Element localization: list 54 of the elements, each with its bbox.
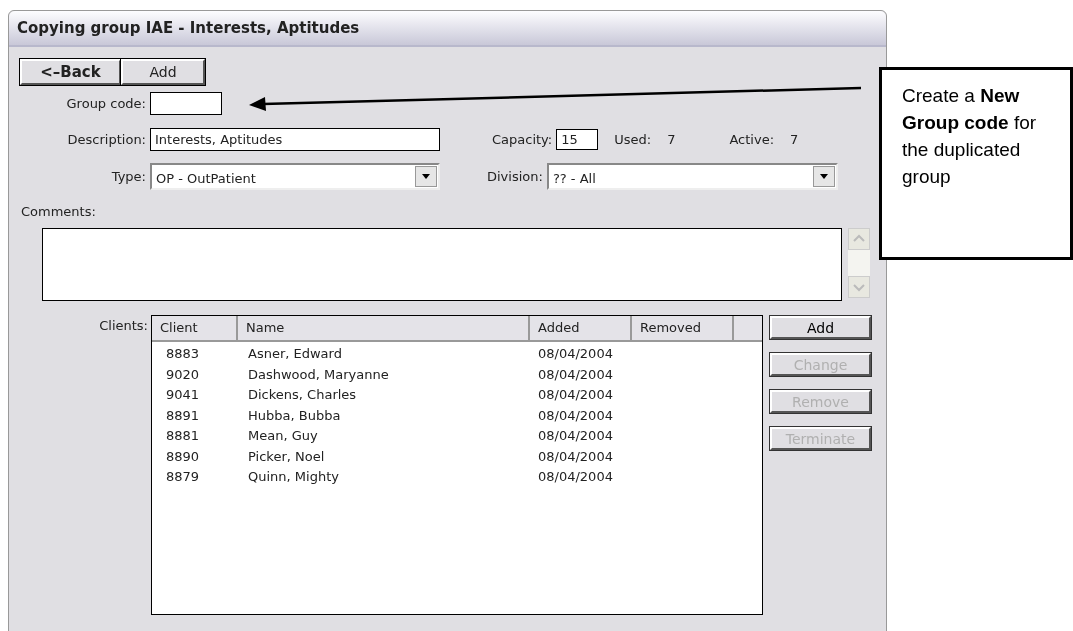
used-value: 7 xyxy=(667,130,676,149)
division-dropdown[interactable]: ?? - All xyxy=(546,163,838,190)
field-label: Type: xyxy=(111,168,146,184)
table-cell-text: Asner, Edward xyxy=(247,345,343,363)
field-label: Group code: xyxy=(66,95,146,111)
field-label: Active: xyxy=(729,130,775,149)
column-header[interactable]: Removed xyxy=(632,315,734,340)
window-title: Copying group IAE - Interests, Aptitudes xyxy=(17,17,360,39)
client-action-button[interactable]: Add xyxy=(770,315,871,339)
table-cell-text: 9020 xyxy=(165,365,201,384)
client-row[interactable]: 8879 Quinn, Mighty 08/04/2004 xyxy=(152,466,762,487)
table-cell-text: 8891 xyxy=(165,406,201,425)
field-label: Clients: xyxy=(99,317,148,333)
table-cell-text: Mean, Guy xyxy=(247,427,319,445)
column-header[interactable]: Added xyxy=(530,315,632,340)
table-cell-text: Dashwood, Maryanne xyxy=(247,365,390,384)
description-field[interactable]: Interests, Aptitudes xyxy=(150,128,440,151)
column-header[interactable]: Client xyxy=(152,315,238,340)
add-button[interactable]: Add xyxy=(121,59,205,85)
table-cell-text: 08/04/2004 xyxy=(537,447,614,466)
table-cell-text: 08/04/2004 xyxy=(537,468,614,486)
capacity-field[interactable]: 15 xyxy=(556,129,599,150)
table-cell-text: 08/04/2004 xyxy=(537,345,614,363)
column-header[interactable]: Name xyxy=(238,315,530,340)
table-cell-text: Picker, Noel xyxy=(247,447,326,466)
field-label: Comments: xyxy=(21,204,96,219)
callout-text: Create a New Group code for the duplicated group xyxy=(902,84,1038,189)
table-cell-text: 08/04/2004 xyxy=(537,427,614,445)
comments-field[interactable] xyxy=(42,227,842,301)
table-cell-text: 8890 xyxy=(165,447,201,466)
table-cell-text: 08/04/2004 xyxy=(537,406,614,425)
table-cell-text: 08/04/2004 xyxy=(537,365,614,384)
group-code-field[interactable] xyxy=(150,92,222,115)
field-label: Division: xyxy=(487,167,544,186)
type-dropdown[interactable]: OP - OutPatient xyxy=(150,163,440,190)
client-row[interactable]: 8891 Hubba, Bubba 08/04/2004 xyxy=(152,405,762,426)
client-row[interactable]: 8881 Mean, Guy 08/04/2004 xyxy=(152,425,762,446)
table-cell-text: 8881 xyxy=(165,427,201,445)
table-cell-text: Dickens, Charles xyxy=(247,386,358,404)
table-cell-text: Quinn, Mighty xyxy=(247,468,340,486)
client-row[interactable]: 8883 Asner, Edward 08/04/2004 xyxy=(152,343,762,364)
table-cell-text: 8883 xyxy=(165,345,201,363)
field-label: Capacity: xyxy=(492,130,554,149)
client-row[interactable]: 9041 Dickens, Charles 08/04/2004 xyxy=(152,384,762,405)
field-label: Description: xyxy=(67,131,146,147)
table-cell-text: Hubba, Bubba xyxy=(247,406,342,425)
table-cell-text: 08/04/2004 xyxy=(537,386,614,404)
table-cell-text: 9041 xyxy=(165,386,201,404)
back-button[interactable]: <–Back xyxy=(20,59,121,85)
field-label: Used: xyxy=(614,130,652,149)
client-row[interactable]: 9020 Dashwood, Maryanne 08/04/2004 xyxy=(152,364,762,385)
active-value: 7 xyxy=(790,130,799,149)
client-row[interactable]: 8890 Picker, Noel 08/04/2004 xyxy=(152,446,762,467)
table-cell-text: 8879 xyxy=(165,468,201,486)
